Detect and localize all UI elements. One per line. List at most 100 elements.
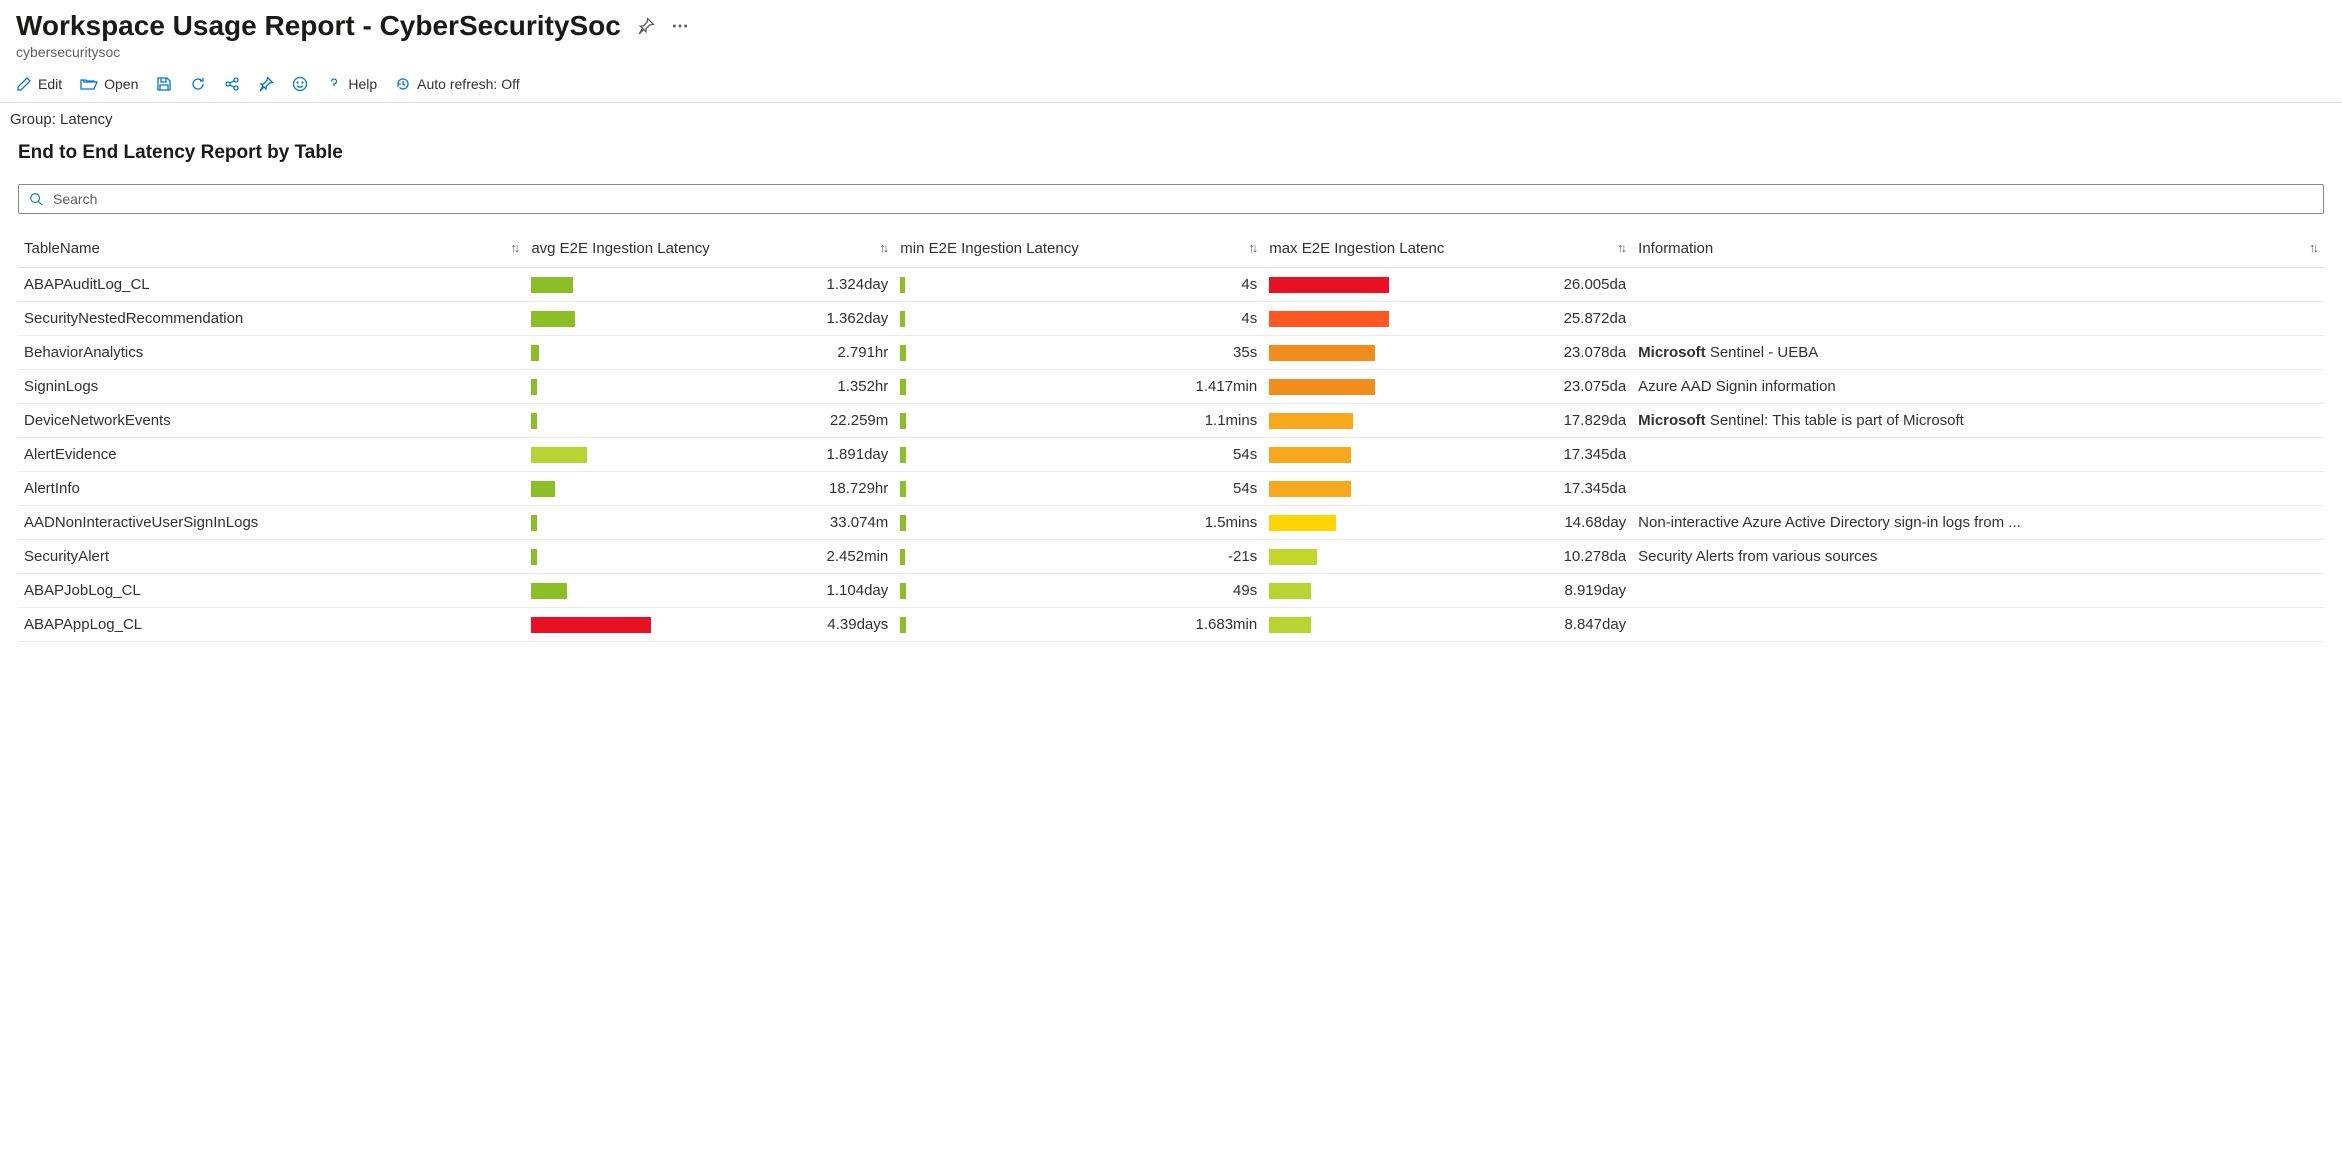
- open-label: Open: [104, 76, 138, 92]
- table-row[interactable]: SecurityNestedRecommendation1.362day4s25…: [18, 302, 2324, 336]
- col-max[interactable]: max E2E Ingestion Latenc↑↓: [1263, 232, 1632, 268]
- edit-label: Edit: [38, 76, 62, 92]
- toolbar: Edit Open: [0, 64, 2342, 103]
- search-input[interactable]: [51, 190, 2313, 208]
- bar-value: 1.362day: [823, 310, 889, 327]
- more-icon[interactable]: [671, 17, 689, 35]
- cell-avg: 1.362day: [525, 302, 894, 336]
- table-row[interactable]: ABAPAppLog_CL4.39days1.683min8.847day: [18, 608, 2324, 642]
- bar: [531, 413, 537, 429]
- cell-info: Microsoft Sentinel - UEBA: [1632, 336, 2324, 370]
- cell-tablename: AlertEvidence: [18, 438, 525, 472]
- bar-value: 1.417min: [1192, 378, 1258, 395]
- bar: [531, 481, 555, 497]
- pin-icon[interactable]: [637, 17, 655, 35]
- search-box[interactable]: [18, 184, 2324, 214]
- cell-min: 4s: [894, 302, 1263, 336]
- cell-tablename: AADNonInteractiveUserSignInLogs: [18, 506, 525, 540]
- bar-value: 1.1mins: [1201, 412, 1258, 429]
- col-info[interactable]: Information↑↓: [1632, 232, 2324, 268]
- report-title: End to End Latency Report by Table: [0, 132, 2342, 184]
- bar-value: 1.104day: [823, 582, 889, 599]
- bar: [900, 515, 906, 531]
- folder-open-icon: [80, 76, 98, 92]
- help-label: Help: [348, 76, 377, 92]
- history-icon: [395, 76, 411, 92]
- table-row[interactable]: SecurityAlert2.452min-21s10.278daSecurit…: [18, 540, 2324, 574]
- bar-value: 54s: [1229, 480, 1257, 497]
- col-tablename[interactable]: TableName↑↓: [18, 232, 525, 268]
- bar-value: 1.352hr: [833, 378, 888, 395]
- sort-icon: ↑↓: [510, 240, 517, 255]
- cell-avg: 1.104day: [525, 574, 894, 608]
- bar: [531, 277, 573, 293]
- bar-value: 23.075da: [1560, 378, 1627, 395]
- bar: [900, 583, 906, 599]
- cell-info: Non-interactive Azure Active Directory s…: [1632, 506, 2324, 540]
- table-row[interactable]: AlertInfo18.729hr54s17.345da: [18, 472, 2324, 506]
- table-row[interactable]: BehaviorAnalytics2.791hr35s23.078daMicro…: [18, 336, 2324, 370]
- bar: [531, 311, 574, 327]
- sort-icon: ↑↓: [1617, 240, 1624, 255]
- table-row[interactable]: SigninLogs1.352hr1.417min23.075daAzure A…: [18, 370, 2324, 404]
- cell-info: Microsoft Sentinel: This table is part o…: [1632, 404, 2324, 438]
- cell-tablename: ABAPJobLog_CL: [18, 574, 525, 608]
- cell-tablename: BehaviorAnalytics: [18, 336, 525, 370]
- save-button[interactable]: [156, 76, 172, 92]
- bar: [900, 549, 905, 565]
- col-min[interactable]: min E2E Ingestion Latency↑↓: [894, 232, 1263, 268]
- bar: [1269, 311, 1389, 327]
- feedback-button[interactable]: [292, 76, 308, 92]
- share-button[interactable]: [224, 76, 240, 92]
- table-row[interactable]: DeviceNetworkEvents22.259m1.1mins17.829d…: [18, 404, 2324, 438]
- cell-min: 49s: [894, 574, 1263, 608]
- bar: [1269, 413, 1353, 429]
- bar-value: -21s: [1224, 548, 1257, 565]
- table-row[interactable]: AADNonInteractiveUserSignInLogs33.074m1.…: [18, 506, 2324, 540]
- bar-value: 26.005da: [1560, 276, 1627, 293]
- bar: [900, 617, 906, 633]
- bar: [1269, 447, 1351, 463]
- table-row[interactable]: ABAPJobLog_CL1.104day49s8.919day: [18, 574, 2324, 608]
- bar: [900, 277, 905, 293]
- bar: [900, 447, 906, 463]
- bar: [1269, 481, 1351, 497]
- bar-value: 23.078da: [1560, 344, 1627, 361]
- pin-icon: [258, 76, 274, 92]
- pin-button[interactable]: [258, 76, 274, 92]
- bar-value: 1.683min: [1192, 616, 1258, 633]
- bar-value: 10.278da: [1560, 548, 1627, 565]
- cell-max: 17.345da: [1263, 438, 1632, 472]
- cell-tablename: SigninLogs: [18, 370, 525, 404]
- pencil-icon: [16, 76, 32, 92]
- table-row[interactable]: AlertEvidence 1.891day 54s 17.345da: [18, 438, 2324, 472]
- cell-avg: 22.259m: [525, 404, 894, 438]
- search-icon: [29, 192, 43, 206]
- bar-value: 1.324day: [823, 276, 889, 293]
- cell-max: 10.278da: [1263, 540, 1632, 574]
- bar-value: 54s: [1229, 446, 1257, 463]
- bar: [531, 345, 538, 361]
- cell-info: Security Alerts from various sources: [1632, 540, 2324, 574]
- sort-icon: ↑↓: [2309, 240, 2316, 255]
- bar-value: 22.259m: [826, 412, 888, 429]
- smiley-icon: [292, 76, 308, 92]
- bar: [1269, 277, 1389, 293]
- col-avg[interactable]: avg E2E Ingestion Latency↑↓: [525, 232, 894, 268]
- cell-min: 1.683min: [894, 608, 1263, 642]
- autorefresh-button[interactable]: Auto refresh: Off: [395, 76, 519, 92]
- latency-table: TableName↑↓ avg E2E Ingestion Latency↑↓ …: [18, 232, 2324, 642]
- cell-tablename: DeviceNetworkEvents: [18, 404, 525, 438]
- bar: [531, 447, 586, 463]
- help-button[interactable]: Help: [326, 76, 377, 92]
- cell-avg: 2.452min: [525, 540, 894, 574]
- open-button[interactable]: Open: [80, 76, 138, 92]
- bar: [1269, 549, 1317, 565]
- table-row[interactable]: ABAPAuditLog_CL1.324day4s26.005da: [18, 268, 2324, 302]
- bar-value: 49s: [1229, 582, 1257, 599]
- edit-button[interactable]: Edit: [16, 76, 62, 92]
- cell-info: [1632, 268, 2324, 302]
- bar-value: 17.345da: [1560, 480, 1627, 497]
- refresh-button[interactable]: [190, 76, 206, 92]
- bar-value: 1.891day: [823, 446, 889, 463]
